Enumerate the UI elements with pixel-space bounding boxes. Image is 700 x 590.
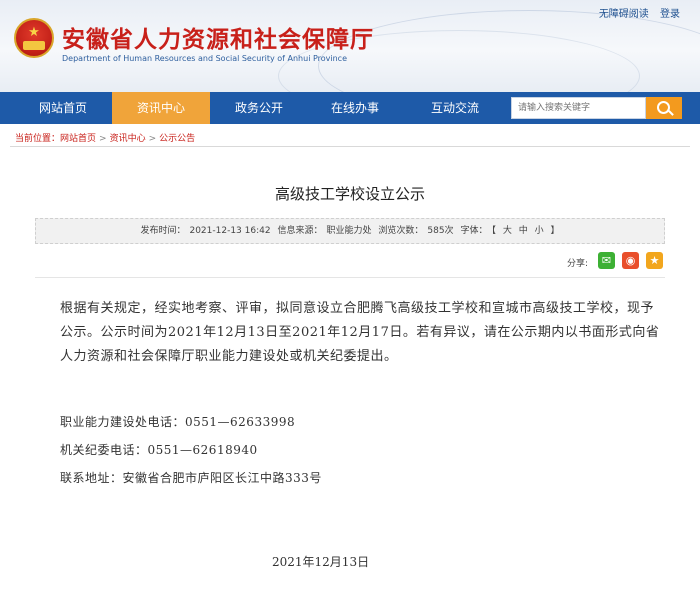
publish-time: 2021-12-13 16:42 [189, 226, 271, 236]
breadcrumb-separator: > [99, 134, 107, 144]
contact-phone-discipline: 机关纪委电话：0551—62618940 [60, 443, 258, 457]
nav-item-home[interactable]: 网站首页 [18, 92, 108, 124]
views-label: 浏览次数： [378, 226, 424, 236]
contact-phone-vocational: 职业能力建设处电话：0551—62633998 [60, 415, 296, 429]
source: 职业能力处 [326, 226, 372, 236]
view-count: 585次 [427, 226, 454, 236]
nav-item-public-affairs[interactable]: 政务公开 [214, 92, 304, 124]
publish-time-label: 发布时间： [140, 226, 186, 236]
divider [10, 146, 690, 147]
breadcrumb-item-home[interactable]: 网站首页 [60, 134, 96, 144]
font-size-label: 字体： [460, 226, 488, 236]
national-emblem-icon: ★ [14, 18, 54, 58]
site-title[interactable]: 安徽省人力资源和社会保障厅 [62, 20, 374, 54]
site-header: ★ 安徽省人力资源和社会保障厅 Department of Human Reso… [0, 0, 700, 92]
nav-item-interaction[interactable]: 互动交流 [410, 92, 500, 124]
site-subtitle: Department of Human Resources and Social… [62, 54, 347, 63]
font-size-small[interactable]: 小 [535, 226, 544, 236]
share-label: 分享: [567, 259, 589, 269]
breadcrumb: 当前位置：网站首页 > 资讯中心 > 公示公告 [15, 131, 195, 144]
search-input[interactable] [511, 97, 646, 119]
nav-item-online-services[interactable]: 在线办事 [310, 92, 400, 124]
article-meta: 发布时间： 2021-12-13 16:42 信息来源： 职业能力处 浏览次数： 58… [35, 218, 665, 244]
wechat-icon: ✉ [601, 254, 612, 267]
wechat-share-button[interactable]: ✉ [598, 252, 615, 269]
source-label: 信息来源： [277, 226, 323, 236]
weibo-share-button[interactable]: ◉ [622, 252, 639, 269]
star-icon: ★ [28, 25, 40, 40]
breadcrumb-separator: > [148, 134, 157, 144]
publish-date: 2021年12月13日 [272, 555, 370, 569]
divider [35, 277, 665, 278]
breadcrumb-label: 当前位置： [15, 134, 61, 144]
top-links: 无障碍阅读 登录 [591, 5, 680, 20]
accessibility-link[interactable]: 无障碍阅读 [599, 9, 649, 20]
font-size-bracket-close: 】 [550, 226, 560, 236]
contact-address: 联系地址：安徽省合肥市庐阳区长江中路333号 [60, 471, 322, 485]
weibo-icon: ◉ [625, 254, 636, 267]
font-size-large[interactable]: 大 [503, 226, 512, 236]
star-icon: ★ [649, 254, 660, 267]
login-link[interactable]: 登录 [660, 9, 680, 20]
favorite-share-button[interactable]: ★ [646, 252, 663, 269]
article-body: 根据有关规定，经实地考察、评审，拟同意设立合肥腾飞高级技工学校和宣城市高级技工学… [60, 301, 660, 364]
font-size-medium[interactable]: 中 [519, 226, 528, 236]
article-title: 高级技工学校设立公示 [274, 185, 425, 203]
font-size-bracket-open: 【 [491, 226, 496, 236]
search-button[interactable] [646, 97, 682, 119]
nav-item-news[interactable]: 资讯中心 [112, 92, 210, 124]
breadcrumb-item-notices[interactable]: 公示公告 [159, 134, 195, 144]
breadcrumb-item-news[interactable]: 资讯中心 [110, 134, 146, 144]
